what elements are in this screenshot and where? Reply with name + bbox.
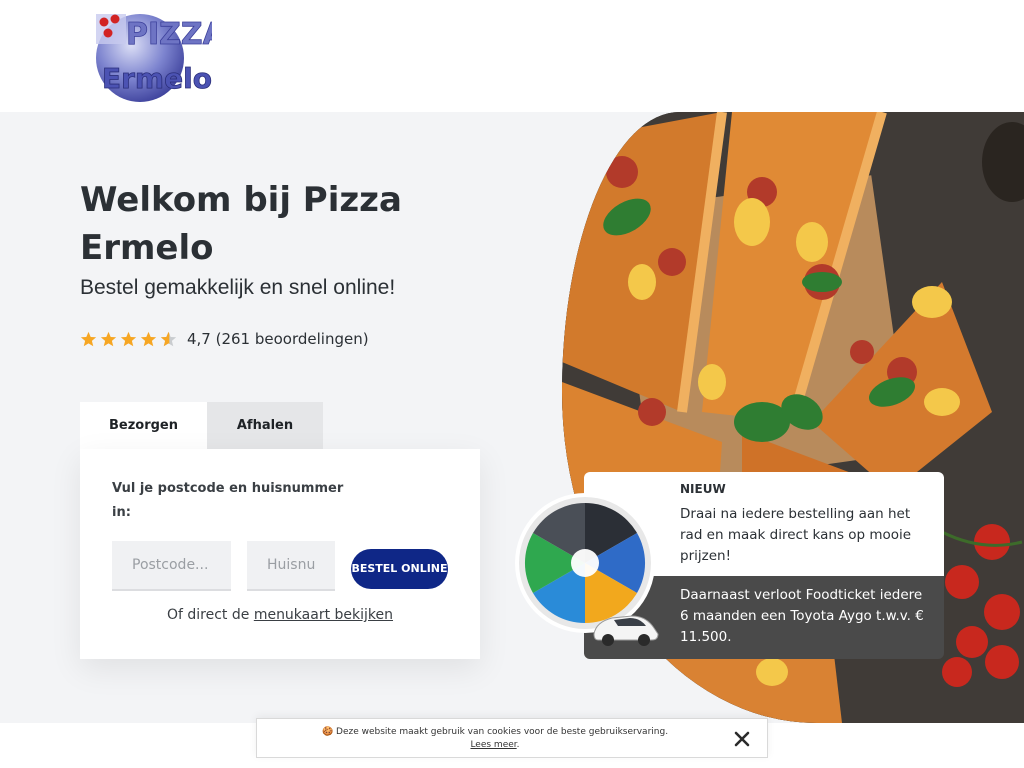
cookie-message: Deze website maakt gebruik van cookies v… [336, 727, 669, 737]
rating-text: 4,7 (261 beoordelingen) [187, 330, 369, 348]
address-prompt: Vul je postcode en huisnummer in: [112, 481, 344, 520]
logo-text-ermelo: Ermelo [102, 62, 212, 95]
housenumber-input[interactable] [247, 541, 335, 591]
star-icon [120, 331, 137, 346]
promo-badge: NIEUW [680, 482, 726, 496]
cookie-emoji-icon: 🍪 [321, 727, 334, 737]
rating: 4,7 (261 beoordelingen) [80, 330, 369, 348]
promo-description: Draai na iedere bestelling aan het rad e… [680, 506, 912, 564]
cookie-text: 🍪 Deze website maakt gebruik van cookies… [257, 726, 733, 752]
site-header: PIZZA Ermelo [0, 0, 1024, 112]
page-subtitle: Bestel gemakkelijk en snel online! [80, 276, 396, 299]
cookie-banner: 🍪 Deze website maakt gebruik van cookies… [256, 718, 768, 758]
postcode-input[interactable] [112, 541, 231, 591]
close-icon[interactable] [731, 728, 753, 750]
toyota-aygo-car-icon [588, 604, 662, 648]
menu-prefix: Of direct de [166, 607, 250, 623]
menu-link[interactable]: menukaart bekijken [254, 607, 393, 623]
foodticket-text: Daarnaast verloot Foodticket iedere 6 ma… [680, 587, 924, 645]
tab-afhalen[interactable]: Afhalen [207, 402, 323, 449]
order-online-button[interactable]: BESTEL ONLINE [351, 549, 448, 589]
star-icon [80, 331, 97, 346]
page-title: Welkom bij Pizza Ermelo [80, 180, 402, 268]
star-half-icon [160, 331, 177, 346]
order-card: Vul je postcode en huisnummer in: BESTEL… [80, 449, 480, 659]
rating-stars [80, 331, 177, 348]
pizza-ermelo-logo[interactable]: PIZZA Ermelo [88, 8, 227, 104]
star-icon [140, 331, 157, 346]
cookie-read-more-link[interactable]: Lees meer [470, 740, 516, 750]
menu-line: Of direct de menukaart bekijken [80, 607, 480, 623]
cookie-link-suffix: . [516, 740, 520, 750]
tab-bezorgen[interactable]: Bezorgen [80, 402, 207, 449]
star-icon [100, 331, 117, 346]
logo-text-pizza: PIZZA [126, 17, 212, 52]
order-tabs: Bezorgen Afhalen [80, 402, 323, 449]
